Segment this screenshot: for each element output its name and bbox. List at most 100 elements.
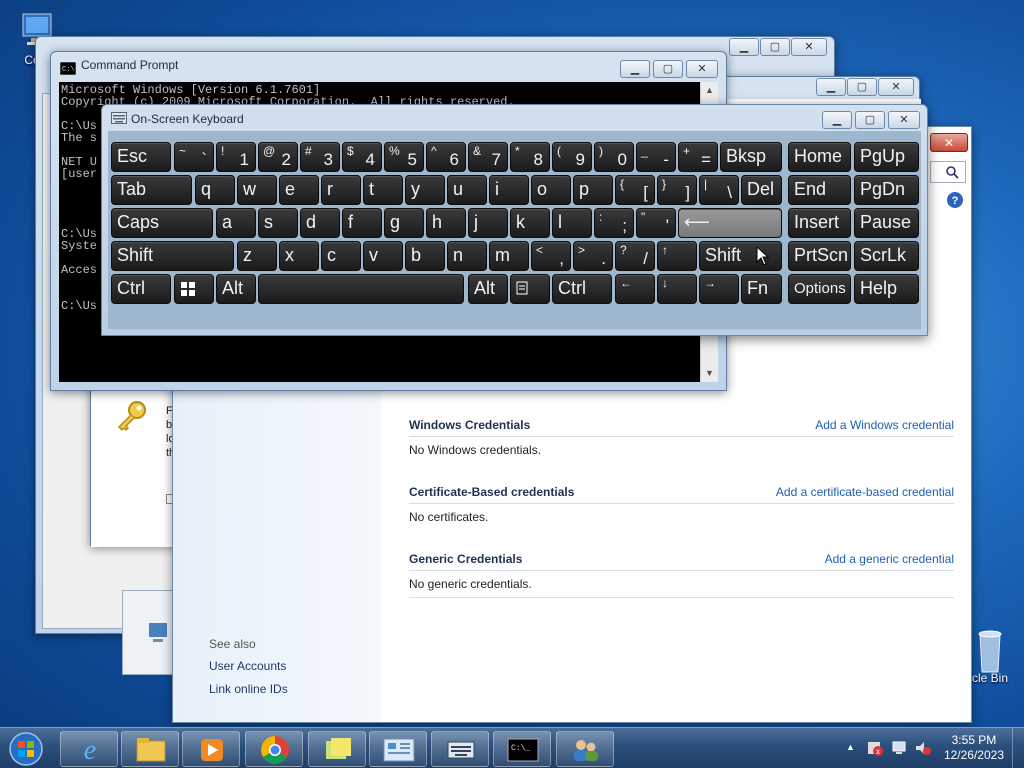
key-k[interactable]: k [510,208,550,238]
key-sym4-1[interactable]: >. [573,241,613,271]
key-v[interactable]: v [363,241,403,271]
key-pgdn[interactable]: PgDn [854,175,919,205]
add-windows-credential-link[interactable]: Add a Windows credential [815,413,954,436]
maximize-button[interactable]: ▢ [855,111,885,129]
taskbar-file-explorer[interactable] [121,731,179,767]
key--[interactable]: _ - [636,142,676,172]
taskbar-credential-manager[interactable] [556,731,614,767]
key-end[interactable]: End [788,175,851,205]
key-ctrl-right[interactable]: Ctrl [552,274,612,304]
scroll-down-icon[interactable]: ▼ [701,365,718,382]
key-space[interactable] [258,274,464,304]
key-sym4-2[interactable]: ? / [615,241,655,271]
key-9[interactable]: (9 [552,142,592,172]
key-pgup[interactable]: PgUp [854,142,919,172]
key-windows[interactable] [174,274,214,304]
link-user-accounts[interactable]: User Accounts [209,659,286,673]
key-sym-2[interactable]: | \ [699,175,739,205]
taskbar-chrome[interactable] [245,731,303,767]
key-i[interactable]: i [489,175,529,205]
network-status-icon[interactable] [890,739,908,760]
key-e[interactable]: e [279,175,319,205]
maximize-button[interactable]: ▢ [653,60,683,78]
key-7[interactable]: & 7 [468,142,508,172]
key-esc[interactable]: Esc [111,142,171,172]
close-button[interactable]: ✕ [878,78,914,96]
close-button[interactable]: ✕ [686,60,718,78]
key-menu[interactable] [510,274,550,304]
key-o[interactable]: o [531,175,571,205]
close-button[interactable]: ✕ [930,133,968,152]
key-0[interactable]: ) 0 [594,142,634,172]
key-p[interactable]: p [573,175,613,205]
key-n[interactable]: n [447,241,487,271]
minimize-button[interactable]: ▁ [816,78,846,96]
key-8[interactable]: * 8 [510,142,550,172]
key-4[interactable]: $4 [342,142,382,172]
maximize-button[interactable]: ▢ [760,38,790,56]
key-sym4-0[interactable]: <, [531,241,571,271]
minimize-button[interactable]: ▁ [620,60,650,78]
minimize-button[interactable]: ▁ [822,111,852,129]
taskbar-sticky-notes[interactable] [308,731,366,767]
taskbar-command-prompt[interactable]: C:\_ [493,731,551,767]
key-sym3-0[interactable]: :; [594,208,634,238]
taskbar-internet-explorer[interactable]: e [60,731,118,767]
key-y[interactable]: y [405,175,445,205]
key-z[interactable]: z [237,241,277,271]
key-alt-right[interactable]: Alt [468,274,508,304]
key-=[interactable]: + = [678,142,718,172]
key-scrlk[interactable]: ScrLk [854,241,919,271]
key-2[interactable]: @2 [258,142,298,172]
key-bksp[interactable]: Bksp [720,142,782,172]
taskbar-on-screen-keyboard[interactable] [431,731,489,767]
on-screen-keyboard-window[interactable]: On-Screen Keyboard ▁ ▢ ✕ Esc ~ `! 1 @2 #3 $4% 5… [101,104,928,336]
key-del[interactable]: Del [741,175,782,205]
key-insert[interactable]: Insert [788,208,851,238]
show-hidden-icons-icon[interactable]: ▲ [846,742,855,752]
minimize-button[interactable]: ▁ [729,38,759,56]
key-g[interactable]: g [384,208,424,238]
close-button[interactable]: ✕ [791,38,827,56]
help-icon[interactable]: ? [946,191,964,212]
key-arrow-up[interactable]: ↑ [657,241,697,271]
add-certificate-credential-link[interactable]: Add a certificate-based credential [776,480,954,503]
key-sym-1[interactable]: }] [657,175,697,205]
link-online-ids[interactable]: Link online IDs [209,682,288,696]
key-arrow-right[interactable]: → [699,274,739,304]
key-a[interactable]: a [216,208,256,238]
add-generic-credential-link[interactable]: Add a generic credential [825,547,954,570]
key-options[interactable]: Options [788,274,851,304]
search-box[interactable] [930,161,966,183]
key-3[interactable]: #3 [300,142,340,172]
key-h[interactable]: h [426,208,466,238]
key-`[interactable]: ~ ` [174,142,214,172]
key-fn[interactable]: Fn [741,274,782,304]
key-u[interactable]: u [447,175,487,205]
close-button[interactable]: ✕ [888,111,920,129]
key-caps[interactable]: Caps [111,208,213,238]
key-sym3-1[interactable]: " ' [636,208,676,238]
key-x[interactable]: x [279,241,319,271]
show-desktop-button[interactable] [1012,728,1024,768]
key-sym-0[interactable]: {[ [615,175,655,205]
key-j[interactable]: j [468,208,508,238]
action-center-icon[interactable]: x [866,739,884,760]
key-5[interactable]: % 5 [384,142,424,172]
maximize-button[interactable]: ▢ [847,78,877,96]
key-arrow-left[interactable]: ← [615,274,655,304]
key-prtscn[interactable]: PrtScn [788,241,851,271]
taskbar-control-panel[interactable] [369,731,427,767]
key-s[interactable]: s [258,208,298,238]
key-6[interactable]: ^ 6 [426,142,466,172]
key-l[interactable]: l [552,208,592,238]
volume-muted-icon[interactable] [914,739,932,760]
key-q[interactable]: q [195,175,235,205]
key-arrow-down[interactable]: ↓ [657,274,697,304]
key-enter[interactable]: ⟵ [678,208,782,238]
key-help[interactable]: Help [854,274,919,304]
key-1[interactable]: ! 1 [216,142,256,172]
key-ctrl-left[interactable]: Ctrl [111,274,171,304]
taskbar-media-player[interactable] [182,731,240,767]
key-b[interactable]: b [405,241,445,271]
